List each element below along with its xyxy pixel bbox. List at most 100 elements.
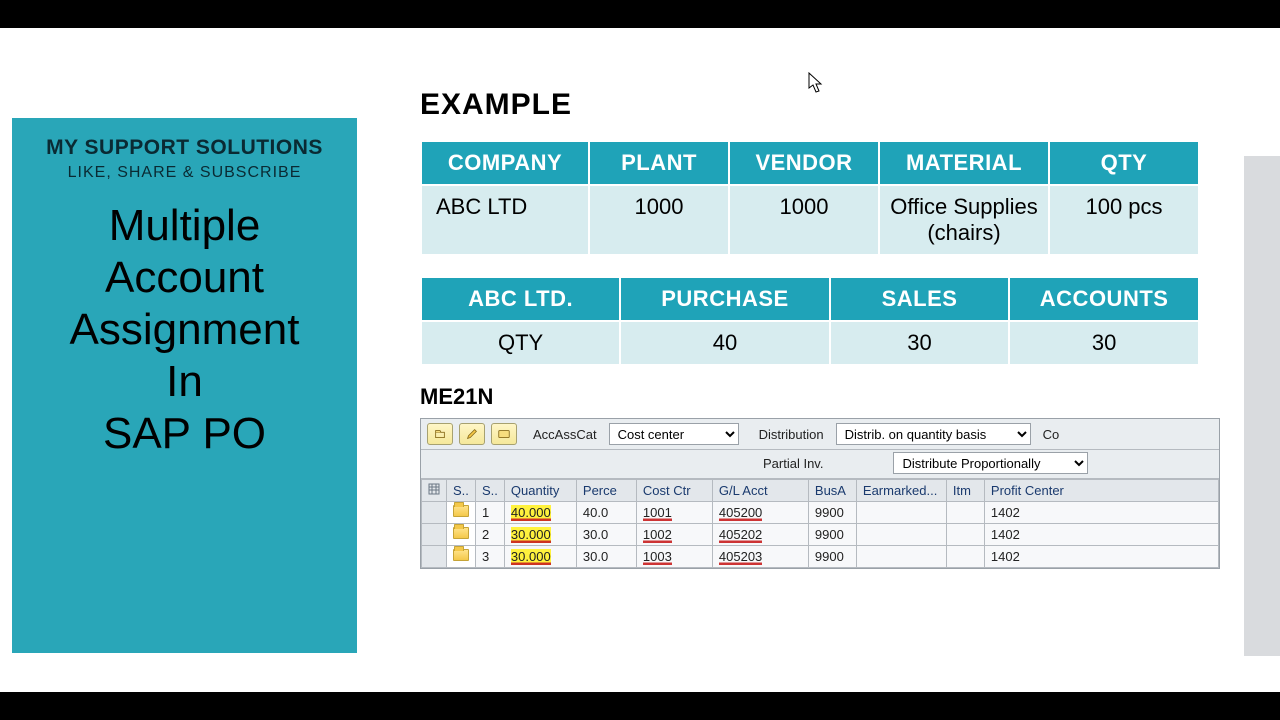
cell-seq[interactable]: 3 [476,546,505,568]
detail-button[interactable] [447,546,476,568]
col-qty: QTY [1049,141,1199,185]
edit-button[interactable] [459,423,485,445]
folder-icon [453,549,469,561]
cell-profit[interactable]: 1402 [984,546,1218,568]
col-glacct[interactable]: G/L Acct [712,480,808,502]
cell-itm[interactable] [946,546,984,568]
co-label: Co [1043,427,1060,442]
folder-icon [453,505,469,517]
col-quantity[interactable]: Quantity [504,480,576,502]
grid-row: 1 40.000 40.0 1001 405200 9900 1402 [422,502,1219,524]
config-column-icon[interactable] [422,480,447,502]
cell-perce[interactable]: 40.0 [576,502,636,524]
col-company: COMPANY [421,141,589,185]
display-button[interactable] [491,423,517,445]
row-selector[interactable] [422,502,447,524]
col-status1[interactable]: S.. [447,480,476,502]
col-profit-center[interactable]: Profit Center [984,480,1218,502]
cell-quantity[interactable]: 40.000 [504,502,576,524]
col-costctr[interactable]: Cost Ctr [636,480,712,502]
cell-sales-qty: 30 [830,321,1009,365]
cell-itm[interactable] [946,502,984,524]
row-selector[interactable] [422,546,447,568]
qty-value: 30.000 [511,527,551,543]
dept-table: ABC LTD. PURCHASE SALES ACCOUNTS QTY 40 … [420,276,1200,366]
slide-page: MY SUPPORT SOLUTIONS LIKE, SHARE & SUBSC… [0,28,1280,692]
cell-busa[interactable]: 9900 [808,502,856,524]
grid-row: 2 30.000 30.0 1002 405202 9900 1402 [422,524,1219,546]
cell-qty: 100 pcs [1049,185,1199,255]
cell-company: ABC LTD [421,185,589,255]
col-itm[interactable]: Itm [946,480,984,502]
cell-vendor: 1000 [729,185,879,255]
col-perce[interactable]: Perce [576,480,636,502]
pencil-icon [465,427,479,441]
grid-row: 3 30.000 30.0 1003 405203 9900 1402 [422,546,1219,568]
sap-grid: S.. S.. Quantity Perce Cost Ctr G/L Acct… [421,479,1219,568]
cell-itm[interactable] [946,524,984,546]
content-area: EXAMPLE COMPANY PLANT VENDOR MATERIAL QT… [420,88,1250,569]
cell-busa[interactable]: 9900 [808,546,856,568]
cell-accounts-qty: 30 [1009,321,1199,365]
qty-value: 40.000 [511,505,551,521]
cell-seq[interactable]: 2 [476,524,505,546]
accasscat-select[interactable]: Cost center [609,423,739,445]
cell-profit[interactable]: 1402 [984,502,1218,524]
cell-plant: 1000 [589,185,729,255]
cell-busa[interactable]: 9900 [808,524,856,546]
costctr-value: 1001 [643,505,672,521]
col-vendor: VENDOR [729,141,879,185]
expand-icon [433,427,447,441]
title-panel: MY SUPPORT SOLUTIONS LIKE, SHARE & SUBSC… [12,118,357,653]
brand-text: MY SUPPORT SOLUTIONS [26,136,343,160]
col-material: MATERIAL [879,141,1049,185]
cell-glacct[interactable]: 405200 [712,502,808,524]
title-line: Assignment [70,305,300,354]
cell-glacct[interactable]: 405203 [712,546,808,568]
row-selector[interactable] [422,524,447,546]
example-table: COMPANY PLANT VENDOR MATERIAL QTY ABC LT… [420,140,1200,256]
costctr-value: 1003 [643,549,672,565]
title-line: Account [105,253,264,302]
cell-costctr[interactable]: 1002 [636,524,712,546]
qty-value: 30.000 [511,549,551,565]
cell-quantity[interactable]: 30.000 [504,524,576,546]
folder-icon [453,527,469,539]
col-earmarked[interactable]: Earmarked... [856,480,946,502]
gl-value: 405202 [719,527,762,543]
col-accounts: ACCOUNTS [1009,277,1199,321]
example-heading: EXAMPLE [420,88,1250,122]
partial-inv-select[interactable]: Distribute Proportionally [893,452,1088,474]
cell-costctr[interactable]: 1003 [636,546,712,568]
cell-perce[interactable]: 30.0 [576,524,636,546]
cell-quantity[interactable]: 30.000 [504,546,576,568]
table-header-row: COMPANY PLANT VENDOR MATERIAL QTY [421,141,1199,185]
expand-button[interactable] [427,423,453,445]
title-line: Multiple [109,201,261,250]
col-status2[interactable]: S.. [476,480,505,502]
table-row: ABC LTD 1000 1000 Office Supplies (chair… [421,185,1199,255]
cell-earmarked[interactable] [856,546,946,568]
cell-profit[interactable]: 1402 [984,524,1218,546]
cell-costctr[interactable]: 1001 [636,502,712,524]
table-row: QTY 40 30 30 [421,321,1199,365]
gl-value: 405200 [719,505,762,521]
distribution-select[interactable]: Distrib. on quantity basis [836,423,1031,445]
cell-glacct[interactable]: 405202 [712,524,808,546]
cell-material: Office Supplies (chairs) [879,185,1049,255]
col-plant: PLANT [589,141,729,185]
sap-toolbar: AccAssCat Cost center Distribution Distr… [421,419,1219,450]
cell-qty-label: QTY [421,321,620,365]
sap-grid-pane: AccAssCat Cost center Distribution Distr… [420,418,1220,569]
cell-earmarked[interactable] [856,524,946,546]
detail-button[interactable] [447,524,476,546]
distribution-label: Distribution [759,427,824,442]
table-header-row: ABC LTD. PURCHASE SALES ACCOUNTS [421,277,1199,321]
cell-perce[interactable]: 30.0 [576,546,636,568]
col-busa[interactable]: BusA [808,480,856,502]
title-line: In [166,357,203,406]
cell-seq[interactable]: 1 [476,502,505,524]
sap-toolbar-row2: Partial Inv. Distribute Proportionally [421,450,1219,479]
detail-button[interactable] [447,502,476,524]
cell-earmarked[interactable] [856,502,946,524]
